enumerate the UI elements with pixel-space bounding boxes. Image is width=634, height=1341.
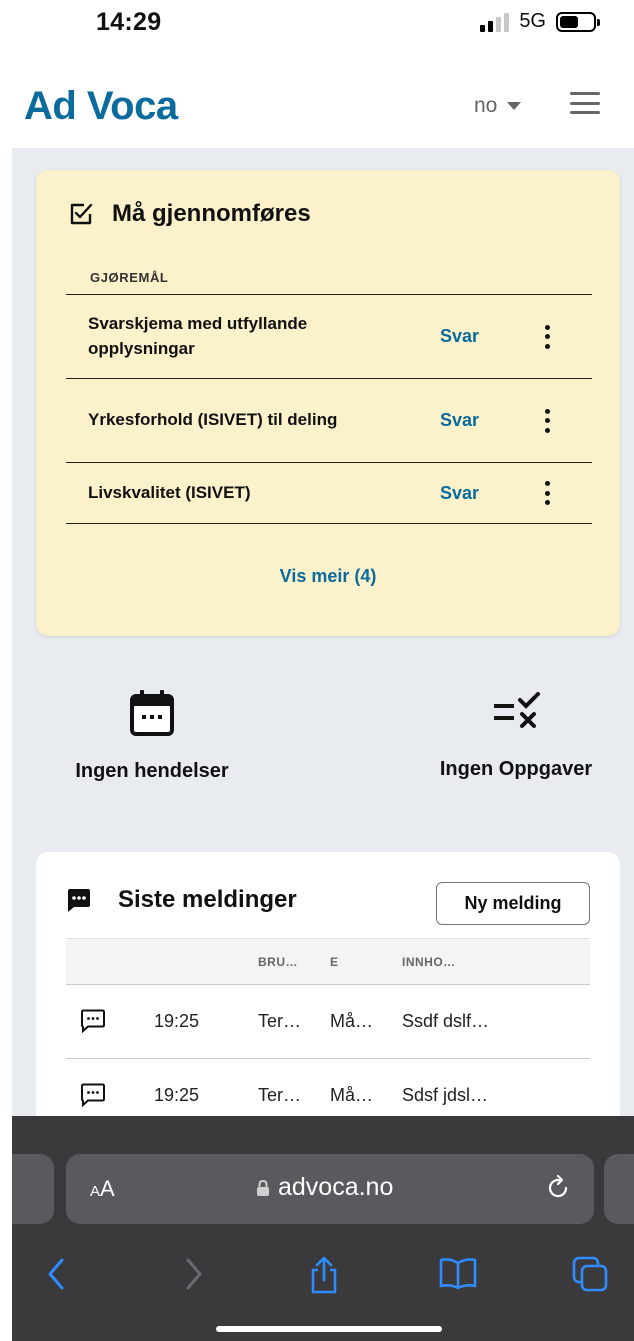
chat-bubble-icon [68, 889, 90, 912]
todo-header: Må gjennomføres [68, 200, 311, 228]
address-bar[interactable]: AA advoca.no [66, 1154, 594, 1224]
message-time: 19:25 [154, 1011, 200, 1031]
todo-item: Svarskjema med utfyllande opplysningar S… [66, 295, 592, 379]
status-indicators: 5G [480, 10, 600, 33]
signal-icon [480, 12, 510, 32]
message-user: Ter… [258, 1011, 302, 1031]
app-header: Ad Voca no [0, 60, 634, 148]
todo-list: Svarskjema med utfyllande opplysningar S… [66, 294, 592, 524]
home-indicator [216, 1326, 442, 1332]
todo-item-name: Svarskjema med utfyllande opplysningar [88, 313, 308, 358]
messages-title: Siste meldinger [118, 886, 297, 913]
text-size-button[interactable]: AA [90, 1176, 115, 1202]
message-icon [80, 1009, 106, 1038]
answer-link[interactable]: Svar [440, 326, 479, 347]
message-icon [80, 1083, 106, 1112]
answer-link[interactable]: Svar [440, 410, 479, 431]
table-header: BRU… E INNHO… [66, 938, 590, 984]
message-content: Ssdf dslf… [402, 1011, 490, 1031]
column-header-subject[interactable]: E [330, 955, 339, 969]
new-message-button[interactable]: Ny melding [436, 882, 590, 925]
more-options-icon[interactable] [542, 408, 552, 433]
reload-icon[interactable] [544, 1174, 572, 1207]
show-more-link[interactable]: Vis meir (4) [36, 566, 620, 587]
todo-title: Må gjennomføres [112, 200, 311, 227]
messages-card: Siste meldinger Ny melding BRU… E INNHO…… [36, 852, 620, 1152]
more-options-icon[interactable] [542, 481, 552, 505]
checkbox-checked-icon [70, 203, 93, 225]
battery-icon [556, 11, 600, 32]
todo-item: Yrkesforhold (ISIVET) til deling Svar [66, 379, 592, 463]
events-label: Ingen hendelser [75, 760, 229, 782]
tabs-icon[interactable] [572, 1256, 608, 1297]
status-bar: 14:29 5G [0, 0, 634, 50]
message-subject: Må… [330, 1011, 374, 1031]
message-time: 19:25 [154, 1085, 200, 1105]
previous-tab[interactable] [12, 1154, 54, 1224]
tasks-label: Ingen Oppgaver [439, 758, 593, 780]
message-user: Ter… [258, 1085, 302, 1105]
main-content: Må gjennomføres GJØREMÅL Svarskjema med … [12, 148, 634, 1152]
todo-item: Livskvalitet (ISIVET) Svar [66, 463, 592, 524]
messages-header: Siste meldinger [66, 886, 297, 914]
hamburger-menu-icon[interactable] [570, 92, 600, 114]
more-options-icon[interactable] [542, 324, 552, 349]
todo-item-name: Yrkesforhold (ISIVET) til deling [88, 410, 338, 430]
browser-nav [12, 1256, 634, 1296]
share-icon[interactable] [308, 1256, 340, 1299]
language-value: no [474, 94, 498, 117]
message-content: Sdsf jdsl… [402, 1085, 489, 1105]
language-selector[interactable]: no [474, 94, 522, 118]
network-label: 5G [519, 10, 546, 32]
browser-toolbar: AA advoca.no [12, 1116, 634, 1341]
calendar-icon [130, 690, 174, 736]
table-row[interactable]: 19:25 Ter… Må… Ssdf dslf… [66, 984, 590, 1058]
next-tab[interactable] [604, 1154, 634, 1224]
todo-card: Må gjennomføres GJØREMÅL Svarskjema med … [36, 170, 620, 636]
checklist-icon [494, 692, 540, 728]
url-display[interactable]: advoca.no [256, 1173, 393, 1202]
brand-logo[interactable]: Ad Voca [24, 84, 178, 129]
tasks-summary[interactable]: Ingen Oppgaver [428, 688, 604, 781]
todo-item-name: Livskvalitet (ISIVET) [88, 482, 251, 502]
url-text: advoca.no [278, 1173, 394, 1201]
forward-icon[interactable] [182, 1256, 206, 1297]
status-time: 14:29 [96, 8, 162, 36]
caret-down-icon [507, 102, 522, 110]
section-label: GJØREMÅL [90, 270, 169, 285]
answer-link[interactable]: Svar [440, 483, 479, 504]
bookmarks-icon[interactable] [438, 1256, 478, 1295]
lock-icon [257, 1179, 269, 1196]
back-icon[interactable] [44, 1256, 68, 1297]
column-header-content[interactable]: INNHO… [402, 955, 456, 969]
message-subject: Må… [330, 1085, 374, 1105]
column-header-user[interactable]: BRU… [258, 955, 298, 969]
events-summary[interactable]: Ingen hendelser [60, 688, 244, 783]
